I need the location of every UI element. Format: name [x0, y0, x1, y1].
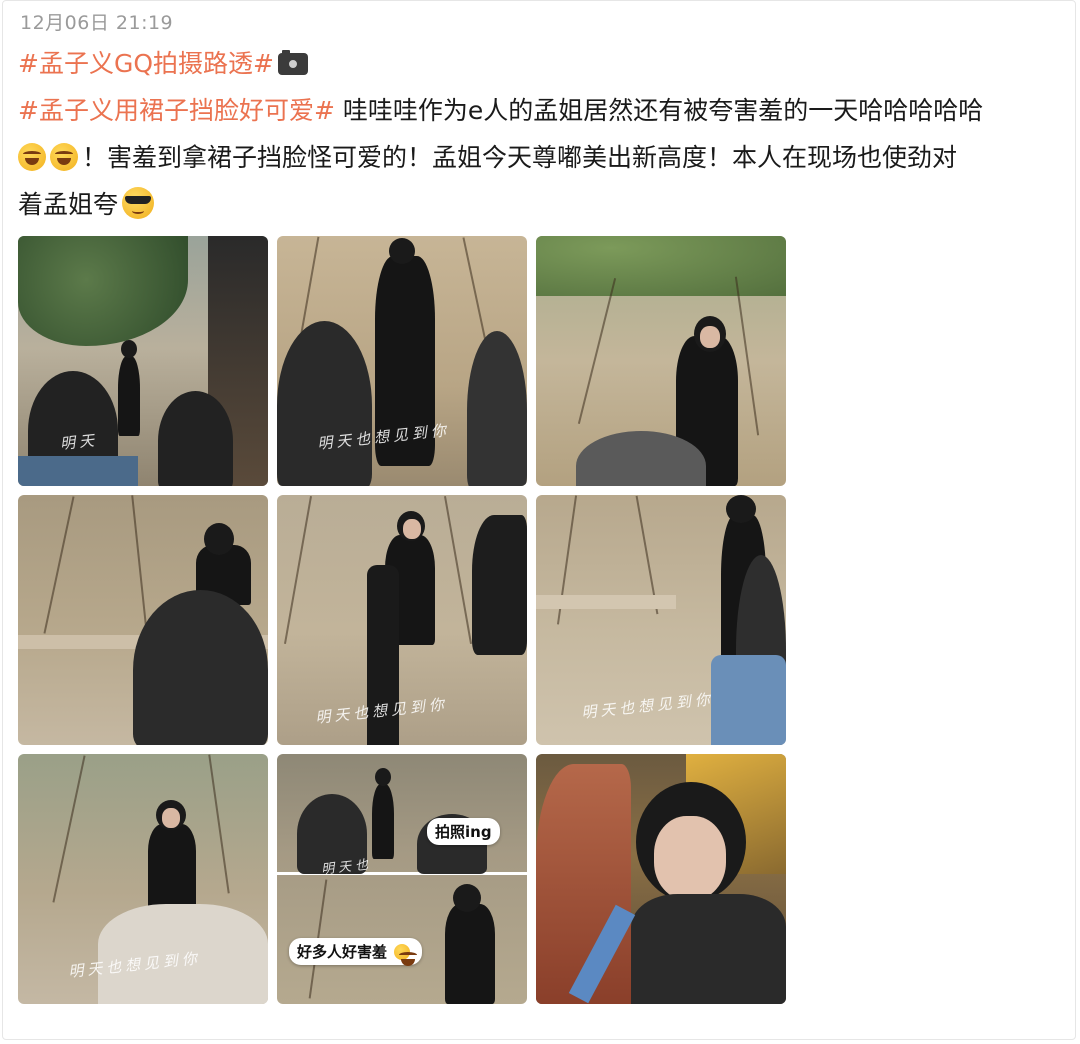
- camera-icon: [277, 50, 308, 75]
- post-body-text-3: 着孟姐夸: [18, 190, 119, 219]
- sunglasses-icon: [122, 187, 155, 219]
- gallery-photo-6[interactable]: 明天也想见到你: [536, 495, 786, 745]
- model-face: [162, 808, 180, 828]
- model-head: [453, 884, 481, 912]
- audience-head: [158, 391, 233, 486]
- hashtag-skirt-cover-face[interactable]: #孟子义用裙子挡脸好可爱#: [18, 96, 335, 125]
- model-dress: [631, 894, 786, 1004]
- gallery-photo-5[interactable]: 明天也想见到你: [277, 495, 527, 745]
- model-face: [403, 519, 421, 539]
- stone-bench: [536, 595, 676, 609]
- audience-head: [133, 590, 268, 745]
- post-body-text-2: ！害羞到拿裙子挡脸怪可爱的！孟姐今天尊嘟美出新高度！本人在现场也使劲对: [82, 143, 958, 172]
- audience-denim: [711, 655, 786, 745]
- post-line-2: #孟子义用裙子挡脸好可爱# 哇哇哇作为e人的孟姐居然还有被夸害羞的一天哈哈哈哈哈: [18, 87, 1058, 134]
- photo-gallery: 明天 明天也想见到你 明天也想见到你 明天也想见到你 明天也想见到你 明天也 拍…: [18, 236, 786, 1004]
- model-head: [389, 238, 415, 264]
- gallery-photo-9[interactable]: [536, 754, 786, 1004]
- laughing-crying-icon: [50, 143, 78, 171]
- model-figure: [372, 784, 394, 859]
- blushing-face-icon: [394, 944, 418, 966]
- model-figure: [445, 904, 495, 1004]
- post-body-text-1: 哇哇哇作为e人的孟姐居然还有被夸害羞的一天哈哈哈哈哈: [334, 96, 984, 125]
- gallery-photo-4[interactable]: [18, 495, 268, 745]
- post-line-4: 着孟姐夸: [18, 181, 1058, 228]
- photo-watermark: 明天: [59, 431, 99, 453]
- model-head: [726, 495, 756, 523]
- audience-denim: [18, 456, 138, 486]
- post-line-1: #孟子义GQ拍摄路透#: [18, 40, 1058, 87]
- model-figure: [118, 356, 140, 436]
- hashtag-gq-shoot[interactable]: #孟子义GQ拍摄路透#: [18, 49, 274, 78]
- sticker-taking-photos: 拍照ing: [427, 818, 500, 845]
- model-face: [700, 326, 720, 348]
- post-timestamp: 12月06日 21:19: [20, 12, 174, 34]
- audience-head: [277, 321, 372, 486]
- gallery-photo-3[interactable]: [536, 236, 786, 486]
- gallery-photo-1[interactable]: 明天: [18, 236, 268, 486]
- model-head: [121, 340, 137, 358]
- post-body: #孟子义GQ拍摄路透# #孟子义用裙子挡脸好可爱# 哇哇哇作为e人的孟姐居然还有…: [18, 40, 1058, 228]
- model-face: [654, 816, 726, 900]
- model-head: [204, 523, 234, 555]
- gallery-photo-2[interactable]: 明天也想见到你: [277, 236, 527, 486]
- gallery-photo-8[interactable]: 明天也 拍照ing 好多人好害羞: [277, 754, 527, 1004]
- audience-head: [467, 331, 527, 486]
- post-line-3: ！害羞到拿裙子挡脸怪可爱的！孟姐今天尊嘟美出新高度！本人在现场也使劲对: [18, 134, 1058, 181]
- model-figure: [148, 824, 196, 914]
- tree-foliage: [536, 236, 786, 296]
- model-head: [375, 768, 391, 786]
- laughing-crying-icon: [18, 143, 46, 171]
- sticker-so-shy: 好多人好害羞: [289, 938, 423, 966]
- sticker-so-shy-text: 好多人好害羞: [297, 943, 388, 961]
- photographer: [472, 515, 527, 655]
- gallery-photo-7[interactable]: 明天也想见到你: [18, 754, 268, 1004]
